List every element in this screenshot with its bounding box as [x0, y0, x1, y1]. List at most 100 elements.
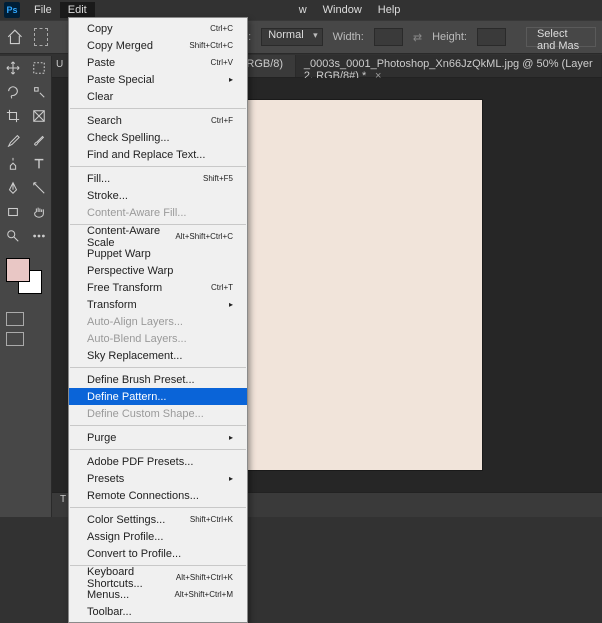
menu-item-label: Copy	[87, 23, 113, 35]
path-tool-icon[interactable]	[26, 176, 52, 200]
menu-separator	[70, 108, 246, 109]
menu-item-label: Content-Aware Scale	[87, 225, 175, 249]
menu-item-content-aware-scale[interactable]: Content-Aware ScaleAlt+Shift+Ctrl+C	[69, 228, 247, 245]
menu-item-remote-connections[interactable]: Remote Connections...	[69, 487, 247, 504]
menu-item-label: Check Spelling...	[87, 132, 170, 144]
menu-item-define-pattern[interactable]: Define Pattern...	[69, 388, 247, 405]
type-tool-icon[interactable]	[26, 152, 52, 176]
lasso-tool-icon[interactable]	[0, 80, 26, 104]
menu-item-label: Adobe PDF Presets...	[87, 456, 193, 468]
clone-tool-icon[interactable]	[0, 152, 26, 176]
pen-tool-icon[interactable]	[0, 176, 26, 200]
menu-separator	[70, 507, 246, 508]
menu-item-purge[interactable]: Purge▸	[69, 429, 247, 446]
menu-item-paste[interactable]: PasteCtrl+V	[69, 54, 247, 71]
hand-tool-icon[interactable]	[26, 200, 52, 224]
height-label: Height:	[432, 31, 467, 43]
menu-item-assign-profile[interactable]: Assign Profile...	[69, 528, 247, 545]
menu-item-label: Assign Profile...	[87, 531, 163, 543]
rectangle-tool-icon[interactable]	[0, 200, 26, 224]
menu-item-define-brush-preset[interactable]: Define Brush Preset...	[69, 371, 247, 388]
ruler-u: U	[56, 59, 63, 70]
document-tab-2[interactable]: _0003s_0001_Photoshop_Xn66JzQkML.jpg @ 5…	[296, 55, 602, 77]
menu-item-shortcut: Alt+Shift+Ctrl+M	[175, 590, 233, 599]
menu-item-shortcut: Ctrl+V	[211, 58, 233, 67]
menu-item-label: Toolbar...	[87, 606, 132, 618]
menu-item-label: Transform	[87, 299, 137, 311]
menu-item-label: Color Settings...	[87, 514, 165, 526]
menu-item-shortcut: Ctrl+F	[211, 116, 233, 125]
menu-item-label: Puppet Warp	[87, 248, 151, 260]
tool-preset-icon[interactable]	[34, 28, 49, 46]
menu-item-label: Keyboard Shortcuts...	[87, 566, 176, 590]
home-icon[interactable]	[6, 26, 24, 48]
screenmode-icon[interactable]	[6, 332, 24, 346]
color-swatches[interactable]	[6, 258, 42, 294]
menu-item-label: Copy Merged	[87, 40, 153, 52]
swap-icon[interactable]: ⇄	[413, 31, 422, 44]
menu-help[interactable]: Help	[370, 2, 409, 18]
menu-edit[interactable]: Edit	[60, 2, 95, 18]
menu-item-label: Menus...	[87, 589, 129, 601]
style-select[interactable]: Normal	[261, 28, 322, 46]
menu-window[interactable]: Window	[315, 2, 370, 18]
width-label: Width:	[333, 31, 364, 43]
menu-separator	[70, 425, 246, 426]
menu-item-label: Purge	[87, 432, 116, 444]
menu-item-clear[interactable]: Clear	[69, 88, 247, 105]
width-field[interactable]	[374, 28, 403, 46]
menu-item-label: Stroke...	[87, 190, 128, 202]
menu-item-shortcut: Alt+Shift+Ctrl+C	[175, 232, 233, 241]
menu-gap	[95, 8, 291, 12]
height-field[interactable]	[477, 28, 506, 46]
submenu-arrow-icon: ▸	[229, 300, 233, 309]
menu-item-color-settings[interactable]: Color Settings... Shift+Ctrl+K	[69, 511, 247, 528]
menu-file[interactable]: File	[26, 2, 60, 18]
menu-partial[interactable]: w	[291, 2, 315, 18]
menu-item-paste-special[interactable]: Paste Special ▸	[69, 71, 247, 88]
select-mask-button[interactable]: Select and Mas	[526, 27, 596, 47]
menu-item-sky-replacement[interactable]: Sky Replacement...	[69, 347, 247, 364]
frame-tool-icon[interactable]	[26, 104, 52, 128]
menu-item-perspective-warp[interactable]: Perspective Warp	[69, 262, 247, 279]
menu-item-transform[interactable]: Transform ▸	[69, 296, 247, 313]
menu-item-shortcut: Alt+Shift+Ctrl+K	[176, 573, 233, 582]
menu-item-label: Search	[87, 115, 122, 127]
menu-item-copy-merged[interactable]: Copy MergedShift+Ctrl+C	[69, 37, 247, 54]
menu-item-search[interactable]: Search Ctrl+F	[69, 112, 247, 129]
menu-item-find-and-replace-text[interactable]: Find and Replace Text...	[69, 146, 247, 163]
menu-item-stroke[interactable]: Stroke...	[69, 187, 247, 204]
marquee-tool-icon[interactable]	[26, 56, 52, 80]
edit-menu-dropdown: CopyCtrl+CCopy MergedShift+Ctrl+CPasteCt…	[68, 17, 248, 623]
quickmask-icon[interactable]	[6, 312, 24, 326]
menu-item-label: Paste Special	[87, 74, 154, 86]
crop-tool-icon[interactable]	[0, 104, 26, 128]
menu-separator	[70, 367, 246, 368]
tool-panel	[0, 56, 52, 517]
move-tool-icon[interactable]	[0, 56, 26, 80]
zoom-tool-icon[interactable]	[0, 224, 26, 248]
eyedropper-tool-icon[interactable]	[0, 128, 26, 152]
menu-item-shortcut: Ctrl+T	[211, 283, 233, 292]
selection-tool-icon[interactable]	[26, 80, 52, 104]
submenu-arrow-icon: ▸	[229, 474, 233, 483]
menu-item-auto-blend-layers: Auto-Blend Layers...	[69, 330, 247, 347]
menu-item-check-spelling[interactable]: Check Spelling...	[69, 129, 247, 146]
menu-item-label: Remote Connections...	[87, 490, 199, 502]
menu-item-adobe-pdf-presets[interactable]: Adobe PDF Presets...	[69, 453, 247, 470]
foreground-color-swatch[interactable]	[6, 258, 30, 282]
menu-item-copy[interactable]: CopyCtrl+C	[69, 20, 247, 37]
menu-item-free-transform[interactable]: Free TransformCtrl+T	[69, 279, 247, 296]
more-tools-icon[interactable]	[26, 224, 52, 248]
submenu-arrow-icon: ▸	[229, 75, 233, 84]
menu-item-convert-to-profile[interactable]: Convert to Profile...	[69, 545, 247, 562]
menu-item-toolbar[interactable]: Toolbar...	[69, 603, 247, 620]
menu-item-label: Fill...	[87, 173, 110, 185]
brush-tool-icon[interactable]	[26, 128, 52, 152]
menu-item-presets[interactable]: Presets▸	[69, 470, 247, 487]
menu-item-content-aware-fill: Content-Aware Fill...	[69, 204, 247, 221]
menu-item-fill[interactable]: Fill...Shift+F5	[69, 170, 247, 187]
menu-item-keyboard-shortcuts[interactable]: Keyboard Shortcuts...Alt+Shift+Ctrl+K	[69, 569, 247, 586]
menu-separator	[70, 449, 246, 450]
menu-item-shortcut: Shift+Ctrl+K	[190, 515, 233, 524]
